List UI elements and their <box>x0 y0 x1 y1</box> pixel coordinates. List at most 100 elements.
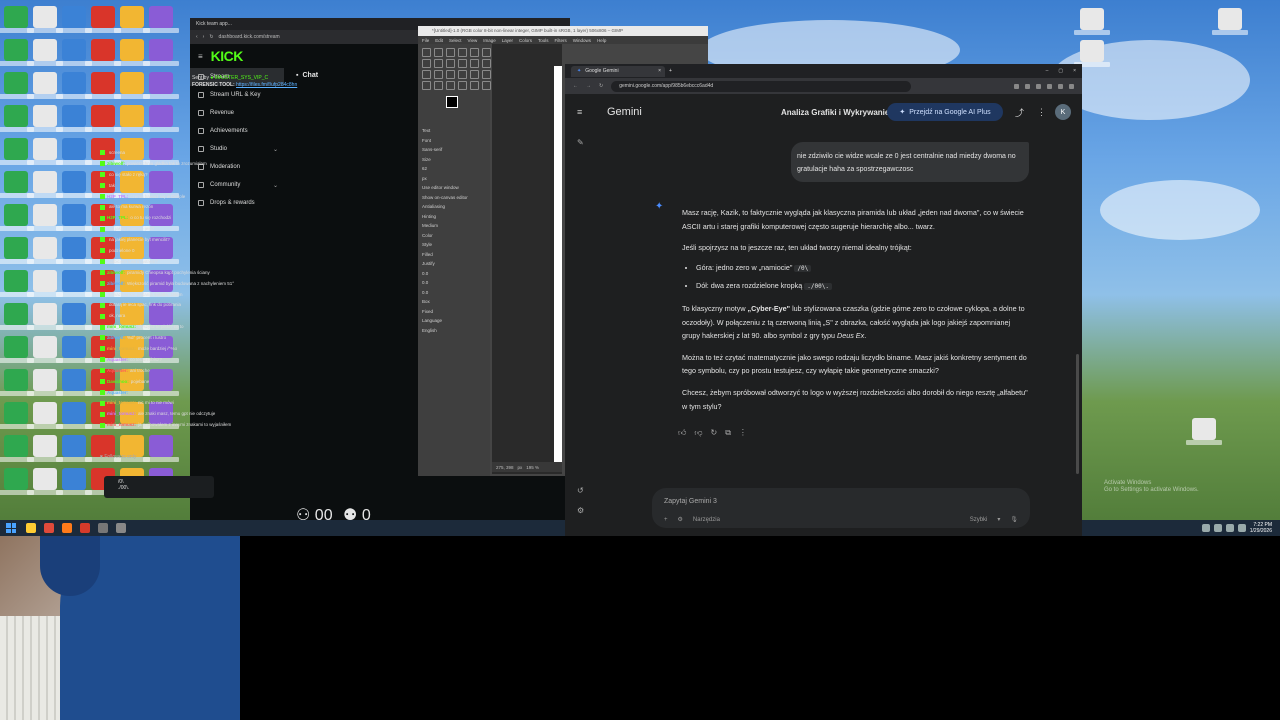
gimp-option[interactable]: Hinting <box>418 212 490 222</box>
sidebar-item[interactable]: Achievements <box>190 122 284 140</box>
desktop-icon[interactable] <box>85 105 121 132</box>
gimp-unit[interactable]: px <box>518 465 523 470</box>
desktop-icon[interactable] <box>27 303 63 330</box>
sidebar-item[interactable]: Revenue <box>190 104 284 122</box>
gimp-option[interactable]: Color <box>418 231 490 241</box>
settings-icon[interactable]: ⚙ <box>577 506 584 515</box>
start-button[interactable] <box>6 523 16 533</box>
kick-url[interactable]: dashboard.kick.com/stream <box>219 34 280 40</box>
gimp-tool-icon[interactable] <box>422 48 431 57</box>
chat-username[interactable]: H2P_TPL: <box>107 194 128 199</box>
gimp-menu-item[interactable]: View <box>468 38 478 43</box>
chat-username[interactable]: mini_tomusz: <box>107 346 136 351</box>
tools-button[interactable]: Narzędzia <box>693 517 720 523</box>
chat-message[interactable]: Aquaster: co teraz robisz? <box>100 355 330 366</box>
gimp-menu-item[interactable]: Help <box>597 38 606 43</box>
gimp-tool-icon[interactable] <box>422 81 431 90</box>
desktop-icon[interactable] <box>0 204 34 231</box>
desktop-icon[interactable] <box>0 468 34 495</box>
gimp-menu-item[interactable]: Edit <box>435 38 443 43</box>
gimp-tool-icon[interactable] <box>434 81 443 90</box>
extension-icon[interactable] <box>1036 83 1041 89</box>
desktop-icon[interactable] <box>114 39 150 66</box>
gimp-option[interactable]: Box <box>418 297 490 307</box>
taskbar-app-icon[interactable] <box>80 523 90 533</box>
chat-message[interactable]: ale to ma kurwa rezon <box>100 202 330 213</box>
chat-username[interactable]: zibiwolf: <box>107 161 125 166</box>
kick-logo[interactable]: KICK <box>211 48 244 64</box>
taskbar-app-icon[interactable] <box>26 523 36 533</box>
chat-message[interactable]: zibiwolf: Większość piramid była budowana… <box>100 279 330 290</box>
gimp-option[interactable]: Style <box>418 240 490 250</box>
gimp-tool-icon[interactable] <box>482 70 491 79</box>
avatar[interactable]: K <box>1055 104 1071 120</box>
desktop-icon[interactable] <box>56 138 92 165</box>
desktop-icon[interactable] <box>27 72 63 99</box>
close-tab-icon[interactable]: × <box>658 68 661 74</box>
maximize-icon[interactable]: ▢ <box>1058 68 1063 74</box>
microphone-icon[interactable]: 🎙︎ <box>1010 516 1018 523</box>
desktop-icon[interactable] <box>56 237 92 264</box>
clock[interactable]: 7:22 PM 1/29/2026 <box>1250 522 1272 534</box>
gimp-canvas[interactable] <box>492 44 562 474</box>
close-window-icon[interactable]: × <box>1073 68 1076 74</box>
extension-icon[interactable] <box>1014 83 1019 89</box>
taskbar-app-icon[interactable] <box>98 523 108 533</box>
desktop-icon[interactable] <box>27 6 63 33</box>
desktop-icon[interactable] <box>85 72 121 99</box>
gimp-tool-icon[interactable] <box>446 59 455 68</box>
tray-icon[interactable] <box>1201 524 1210 532</box>
new-chat-icon[interactable]: ✎ <box>577 138 584 147</box>
fg-color-swatch[interactable] <box>446 96 458 108</box>
gimp-tool-icon[interactable] <box>434 59 443 68</box>
chat-username[interactable]: zibiwolf: <box>107 270 125 275</box>
back-icon[interactable]: ‹ <box>196 34 198 40</box>
desktop-icon[interactable] <box>143 39 179 66</box>
history-icon[interactable]: ↺ <box>577 486 584 495</box>
desktop-icon[interactable] <box>114 72 150 99</box>
gimp-tool-icon[interactable] <box>434 70 443 79</box>
gimp-tool-icon[interactable] <box>446 48 455 57</box>
desktop-icon[interactable] <box>114 6 150 33</box>
desktop-icon[interactable] <box>56 435 92 462</box>
desktop-icon[interactable] <box>27 171 63 198</box>
gimp-option[interactable]: Fixed <box>418 307 490 317</box>
chat-username[interactable]: Aquaster: <box>107 357 128 362</box>
desktop-icon[interactable] <box>56 270 92 297</box>
desktop-icon[interactable] <box>1074 40 1110 67</box>
gimp-tool-icon[interactable] <box>470 70 479 79</box>
chat-message[interactable]: H2P_TPL: o co tu się rozchodzi <box>100 213 330 224</box>
desktop-icon[interactable] <box>143 6 179 33</box>
desktop-icon[interactable] <box>0 402 34 429</box>
add-icon[interactable]: + <box>664 517 668 523</box>
gimp-tool-icon[interactable] <box>422 70 431 79</box>
tray-icon[interactable] <box>1213 524 1222 532</box>
chat-username[interactable]: zibiwolf: <box>107 281 125 286</box>
desktop-icon[interactable] <box>56 402 92 429</box>
chrome-tab-gemini[interactable]: ✦ Google Gemini × <box>571 65 665 77</box>
more-options-icon[interactable]: ⋮ <box>1037 107 1046 118</box>
gimp-tool-icon[interactable] <box>446 81 455 90</box>
gimp-menu-item[interactable]: Colors <box>519 38 532 43</box>
desktop-icon[interactable] <box>0 138 34 165</box>
gimp-menu-item[interactable]: Image <box>483 38 496 43</box>
wifi-icon[interactable] <box>1225 524 1234 532</box>
gimp-option[interactable]: English <box>418 326 490 336</box>
desktop-icon[interactable] <box>56 468 92 495</box>
desktop-icon[interactable] <box>0 336 34 363</box>
desktop-icon[interactable] <box>56 39 92 66</box>
desktop-icon[interactable] <box>1186 418 1222 445</box>
back-icon[interactable]: ← <box>573 83 578 89</box>
desktop-icon[interactable] <box>143 72 179 99</box>
desktop-icon[interactable] <box>56 105 92 132</box>
gimp-option[interactable]: Text <box>418 126 490 136</box>
gimp-option[interactable]: Antialiasing <box>418 202 490 212</box>
desktop-icon[interactable] <box>85 6 121 33</box>
desktop-icon[interactable] <box>56 303 92 330</box>
chat-message[interactable]: Aquaster: ani troche <box>100 366 330 377</box>
gimp-option[interactable]: Justify <box>418 259 490 269</box>
gimp-zoom[interactable]: 195 % <box>526 465 539 470</box>
chat-message[interactable]: co się stało z ręką? <box>100 170 330 181</box>
chat-username[interactable]: mini_tomusz: <box>107 324 136 329</box>
chat-message[interactable]: ok, nara <box>100 311 330 322</box>
